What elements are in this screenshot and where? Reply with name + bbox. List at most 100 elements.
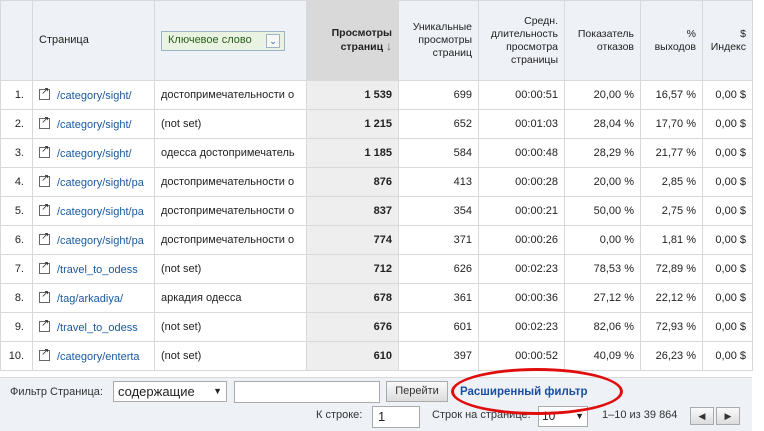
page-link[interactable]: /travel_to_odess <box>57 322 138 334</box>
unique-pageviews-cell: 652 <box>398 109 479 139</box>
page-value-cell: 0,00 $ <box>702 341 753 371</box>
bounce-rate-column-header[interactable]: Показатель отказов <box>564 0 641 81</box>
external-link-icon[interactable] <box>39 231 50 245</box>
chevron-down-icon: ⌄ <box>266 33 280 48</box>
avg-time-cell: 00:00:48 <box>478 138 565 168</box>
pageviews-column-header[interactable]: Просмотры страниц ↓ <box>306 0 399 81</box>
prev-page-button[interactable]: ◀ <box>690 407 714 425</box>
pageviews-cell: 1 215 <box>306 109 399 139</box>
external-link-icon[interactable] <box>39 347 50 361</box>
secondary-dimension-select[interactable]: Ключевое слово ⌄ <box>161 30 285 51</box>
page-cell: /category/sight/ <box>32 109 155 139</box>
row-number: 9. <box>0 312 33 342</box>
bounce-rate-cell: 28,04 % <box>564 109 641 139</box>
page-value-cell: 0,00 $ <box>702 254 753 284</box>
page-value-cell: 0,00 $ <box>702 283 753 313</box>
filter-mode-select[interactable]: содержащие ▼ <box>113 381 227 402</box>
page-column-header[interactable]: Страница <box>32 0 155 81</box>
dropdown-arrow-icon: ▼ <box>213 386 222 396</box>
bounce-rate-cell: 20,00 % <box>564 167 641 197</box>
avg-time-cell: 00:02:23 <box>478 312 565 342</box>
exit-rate-cell: 72,89 % <box>640 254 703 284</box>
table-row: 3. /category/sight/одесса достопримечател… <box>0 138 753 168</box>
page-value-cell: 0,00 $ <box>702 167 753 197</box>
unique-pageviews-cell: 371 <box>398 225 479 255</box>
avg-time-cell: 00:00:51 <box>478 80 565 110</box>
avg-time-column-header[interactable]: Средн. длительность просмотра страницы <box>478 0 565 81</box>
unique-pageviews-cell: 626 <box>398 254 479 284</box>
page-link[interactable]: /category/enterta <box>57 351 140 363</box>
filter-text-input[interactable] <box>234 381 380 403</box>
triangle-right-icon: ▶ <box>724 411 732 421</box>
table-row: 1. /category/sight/достопримечательности … <box>0 80 753 110</box>
external-link-icon[interactable] <box>39 260 50 274</box>
page-value-cell: 0,00 $ <box>702 196 753 226</box>
table-row: 2. /category/sight/ (not set)1 21565200:01… <box>0 109 753 139</box>
next-page-button[interactable]: ▶ <box>716 407 740 425</box>
page-cell: /category/enterta <box>32 341 155 371</box>
avg-time-cell: 00:00:26 <box>478 225 565 255</box>
page-link[interactable]: /category/sight/pa <box>57 177 144 189</box>
external-link-icon[interactable] <box>39 115 50 129</box>
keyword-cell: (not set) <box>154 109 307 139</box>
bounce-rate-cell: 82,06 % <box>564 312 641 342</box>
goto-row-input[interactable]: 1 <box>372 406 420 428</box>
page-value-cell: 0,00 $ <box>702 109 753 139</box>
keyword-select-label: Ключевое слово <box>168 34 252 46</box>
row-number: 1. <box>0 80 33 110</box>
page-link[interactable]: /travel_to_odess <box>57 264 138 276</box>
unique-pageviews-column-header[interactable]: Уникальные просмотры страниц <box>398 0 479 81</box>
row-number: 2. <box>0 109 33 139</box>
unique-pageviews-cell: 354 <box>398 196 479 226</box>
goto-row-label: К строке: <box>316 409 363 421</box>
pageviews-cell: 678 <box>306 283 399 313</box>
filter-mode-value: содержащие <box>118 384 195 399</box>
unique-pageviews-cell: 413 <box>398 167 479 197</box>
page-link[interactable]: /tag/arkadiya/ <box>57 293 123 305</box>
keyword-cell: достопримечательности о <box>154 196 307 226</box>
external-link-icon[interactable] <box>39 318 50 332</box>
external-link-icon[interactable] <box>39 289 50 303</box>
bounce-rate-cell: 20,00 % <box>564 80 641 110</box>
bounce-rate-cell: 40,09 % <box>564 341 641 371</box>
page-value-column-header[interactable]: $ Индекс <box>702 0 753 81</box>
row-number-header <box>0 0 33 81</box>
row-number: 3. <box>0 138 33 168</box>
table-row: 9. /travel_to_odess (not set)67660100:02:2… <box>0 312 753 342</box>
external-link-icon[interactable] <box>39 144 50 158</box>
bounce-rate-cell: 27,12 % <box>564 283 641 313</box>
pageviews-header-label: Просмотры страниц <box>331 27 392 53</box>
external-link-icon[interactable] <box>39 202 50 216</box>
pageviews-cell: 837 <box>306 196 399 226</box>
go-button[interactable]: Перейти <box>386 381 448 402</box>
table-row: 4. /category/sight/pa достопримечательност… <box>0 167 753 197</box>
row-number: 7. <box>0 254 33 284</box>
page-link[interactable]: /category/sight/pa <box>57 206 144 218</box>
exit-rate-column-header[interactable]: % выходов <box>640 0 703 81</box>
row-number: 6. <box>0 225 33 255</box>
page-link[interactable]: /category/sight/ <box>57 119 132 131</box>
keyword-cell: (not set) <box>154 254 307 284</box>
page-cell: /category/sight/ <box>32 138 155 168</box>
unique-pageviews-cell: 397 <box>398 341 479 371</box>
keyword-cell: достопримечательности о <box>154 80 307 110</box>
page-cell: /tag/arkadiya/ <box>32 283 155 313</box>
bounce-rate-cell: 0,00 % <box>564 225 641 255</box>
triangle-left-icon: ◀ <box>698 411 706 421</box>
page-link[interactable]: /category/sight/ <box>57 148 132 160</box>
exit-rate-cell: 2,75 % <box>640 196 703 226</box>
keyword-cell: (not set) <box>154 341 307 371</box>
row-number: 5. <box>0 196 33 226</box>
pageviews-cell: 1 539 <box>306 80 399 110</box>
external-link-icon[interactable] <box>39 173 50 187</box>
row-number: 8. <box>0 283 33 313</box>
page-link[interactable]: /category/sight/pa <box>57 235 144 247</box>
table-row: 5. /category/sight/pa достопримечательност… <box>0 196 753 226</box>
unique-pageviews-cell: 584 <box>398 138 479 168</box>
page-link[interactable]: /category/sight/ <box>57 90 132 102</box>
table-row: 6. /category/sight/pa достопримечательност… <box>0 225 753 255</box>
bounce-rate-cell: 78,53 % <box>564 254 641 284</box>
external-link-icon[interactable] <box>39 86 50 100</box>
bounce-rate-cell: 28,29 % <box>564 138 641 168</box>
avg-time-cell: 00:00:36 <box>478 283 565 313</box>
